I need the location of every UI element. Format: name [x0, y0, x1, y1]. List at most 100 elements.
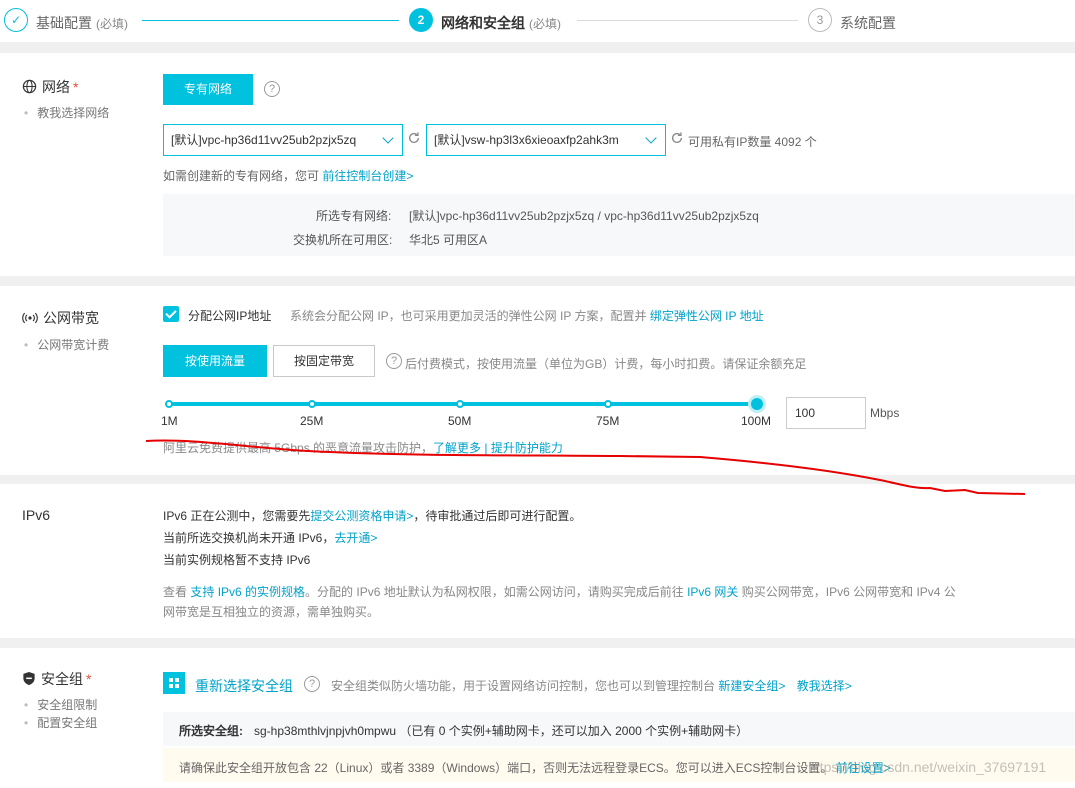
step-3-title: 系统配置 — [840, 15, 896, 31]
sg-limits-link[interactable]: 安全组限制 — [24, 696, 97, 714]
network-help-list: 教我选择网络 — [24, 104, 109, 122]
security-group-title-text: 安全组 — [41, 671, 83, 687]
slider-tick-50m: 50M — [448, 414, 472, 428]
chevron-down-icon — [382, 132, 394, 144]
slider-tick-100m: 100M — [741, 414, 772, 428]
learn-more-link[interactable]: 了解更多 — [433, 441, 481, 455]
billing-help-icon[interactable]: ? — [386, 353, 402, 369]
vpc-select-value: [默认]vpc-hp36d11vv25ub2pzjx5zq — [171, 133, 357, 147]
link-separator: | — [484, 441, 488, 455]
billing-by-traffic-button[interactable]: 按使用流量 — [163, 345, 267, 377]
create-vpc-link[interactable]: 前往控制台创建> — [322, 169, 413, 183]
step-1-label[interactable]: 基础配置 (必填) — [36, 13, 128, 33]
chevron-down-icon — [645, 132, 657, 144]
required-star: * — [86, 671, 92, 687]
ipv6-instance-types-link[interactable]: 支持 IPv6 的实例规格 — [190, 585, 305, 599]
ipv6-apply-link[interactable]: 提交公测资格申请> — [310, 509, 413, 523]
billing-desc: 后付费模式，按使用流量（单位为GB）计费，每小时扣费。请保证余额充足 — [405, 357, 807, 371]
refresh-vswitch-icon[interactable] — [670, 131, 684, 148]
bandwidth-slider-handle[interactable] — [748, 395, 766, 413]
step-3-label[interactable]: 系统配置 — [840, 13, 896, 33]
step-1-title: 基础配置 — [36, 15, 92, 31]
step-1-required: (必填) — [96, 17, 128, 31]
step-3-number[interactable]: 3 — [808, 8, 832, 32]
ipv6-line-1: IPv6 正在公测中，您需要先提交公测资格申请>，待审批通过后即可进行配置。 — [163, 507, 581, 524]
ipv6-line-1-suffix: ，待审批通过后即可进行配置。 — [413, 509, 582, 523]
sg-config-link[interactable]: 配置安全组 — [24, 714, 97, 732]
ipv6-note-middle: 。分配的 IPv6 地址默认为私网权限，如需公网访问，请购买完成后前往 — [305, 585, 684, 599]
sg-desc-text: 安全组类似防火墙功能，用于设置网络访问控制，您也可以到管理控制台 — [331, 679, 716, 693]
step-2-label: 网络和安全组 (必填) — [441, 13, 561, 33]
watermark: https://blog.csdn.net/weixin_37697191 — [808, 759, 1047, 775]
step-line-1 — [142, 20, 399, 21]
teach-choose-link[interactable]: 教我选择> — [797, 679, 852, 693]
new-security-group-link[interactable]: 新建安全组> — [718, 679, 785, 693]
create-hint-text: 如需创建新的专有网络，您可 — [163, 169, 320, 183]
step-2-title: 网络和安全组 — [441, 15, 525, 31]
ipv6-line-2: 当前所选交换机尚未开通 IPv6，去开通> — [163, 529, 377, 546]
assign-public-ip-label[interactable]: 分配公网IP地址 — [188, 307, 271, 324]
security-group-help-list: 安全组限制 配置安全组 — [24, 696, 97, 732]
ipv6-gateway-link[interactable]: IPv6 网关 — [687, 585, 738, 599]
shield-icon — [22, 671, 36, 689]
bind-eip-link[interactable]: 绑定弹性公网 IP 地址 — [650, 309, 764, 323]
ipv6-line-1-text: IPv6 正在公测中，您需要先 — [163, 509, 311, 523]
grid-icon[interactable] — [163, 672, 185, 694]
globe-icon — [22, 79, 37, 97]
vpc-help-icon[interactable]: ? — [264, 81, 280, 97]
ipv6-note-end: 购买公网带宽，IPv6 公网带宽和 IPv4 公 — [741, 585, 956, 599]
steps-bar: ✓ 基础配置 (必填) 2 网络和安全组 (必填) 3 系统配置 — [0, 0, 1075, 42]
bandwidth-help-link[interactable]: 公网带宽计费 — [24, 336, 109, 354]
broadcast-icon — [22, 311, 38, 328]
bandwidth-help-list: 公网带宽计费 — [24, 336, 109, 354]
vpc-select[interactable]: [默认]vpc-hp36d11vv25ub2pzjx5zq — [163, 124, 403, 156]
security-group-title: 安全组 * — [22, 669, 91, 689]
ipv6-note: 查看 支持 IPv6 的实例规格。分配的 IPv6 地址默认为私网权限，如需公网… — [163, 582, 956, 622]
zone-value: 华北5 可用区A — [409, 233, 488, 247]
improve-protection-link[interactable]: 提升防护能力 — [491, 441, 563, 455]
reselect-security-group-link[interactable]: 重新选择安全组 — [195, 676, 293, 696]
slider-stop-2[interactable] — [308, 400, 316, 408]
ip-count-text: 可用私有IP数量 4092 个 — [688, 135, 817, 149]
assign-ip-desc: 系统会分配公网 IP，也可采用更加灵活的弹性公网 IP 方案，配置并 绑定弹性公… — [290, 307, 764, 324]
required-star: * — [73, 79, 79, 95]
step-2-required: (必填) — [529, 17, 561, 31]
assign-public-ip-checkbox[interactable] — [163, 306, 179, 322]
assign-ip-desc-text: 系统会分配公网 IP，也可采用更加灵活的弹性公网 IP 方案，配置并 — [290, 309, 647, 323]
ddos-text: 阿里云免费提供最高 5Gbps 的恶意流量攻击防护， — [163, 441, 434, 455]
vpc-button[interactable]: 专有网络 — [163, 74, 253, 105]
selected-vpc-value: [默认]vpc-hp36d11vv25ub2pzjx5zq / vpc-hp36… — [409, 209, 759, 223]
sg-warning-text: 请确保此安全组开放包含 22（Linux）或者 3389（Windows）端口，… — [179, 761, 833, 775]
selected-sg-label: 所选安全组: — [179, 724, 243, 738]
selected-sg-value: sg-hp38mthlvjnpjvh0mpwu （已有 0 个实例+辅助网卡，还… — [254, 724, 749, 738]
zone-label: 交换机所在可用区: — [293, 233, 393, 247]
ipv6-enable-link[interactable]: 去开通> — [334, 531, 377, 545]
step-1-check-icon[interactable]: ✓ — [4, 8, 28, 32]
ipv6-note-prefix: 查看 — [163, 585, 188, 599]
sg-help-icon[interactable]: ? — [304, 676, 320, 692]
slider-stop-3[interactable] — [456, 400, 464, 408]
step-line-2 — [577, 20, 798, 21]
ddos-protection-text: 阿里云免费提供最高 5Gbps 的恶意流量攻击防护，了解更多 | 提升防护能力 — [163, 439, 563, 456]
network-title: 网络 * — [22, 77, 78, 97]
bandwidth-title: 公网带宽 — [22, 308, 99, 328]
slider-stop-1[interactable] — [165, 400, 173, 408]
network-title-text: 网络 — [42, 79, 70, 95]
ipv6-line-3: 当前实例规格暂不支持 IPv6 — [163, 553, 311, 567]
security-group-desc: 安全组类似防火墙功能，用于设置网络访问控制，您也可以到管理控制台 新建安全组> … — [331, 677, 852, 694]
bandwidth-title-text: 公网带宽 — [43, 310, 99, 326]
slider-tick-1m: 1M — [161, 414, 178, 428]
slider-tick-75m: 75M — [596, 414, 620, 428]
billing-fixed-bandwidth-button[interactable]: 按固定带宽 — [273, 345, 375, 377]
refresh-vpc-icon[interactable] — [407, 131, 421, 148]
step-2-number: 2 — [409, 8, 433, 32]
create-vpc-hint: 如需创建新的专有网络，您可 前往控制台创建> — [163, 167, 413, 184]
ipv6-title: IPv6 — [22, 507, 51, 523]
bandwidth-value-input[interactable]: 100 — [786, 397, 866, 429]
selected-vpc-label: 所选专有网络: — [316, 209, 392, 223]
slider-stop-4[interactable] — [604, 400, 612, 408]
vswitch-select[interactable]: [默认]vsw-hp3l3x6xieoaxfp2ahk3m — [426, 124, 666, 156]
network-help-link[interactable]: 教我选择网络 — [24, 104, 109, 122]
ipv6-line-2-text: 当前所选交换机尚未开通 IPv6， — [163, 531, 335, 545]
vswitch-select-value: [默认]vsw-hp3l3x6xieoaxfp2ahk3m — [434, 133, 619, 147]
